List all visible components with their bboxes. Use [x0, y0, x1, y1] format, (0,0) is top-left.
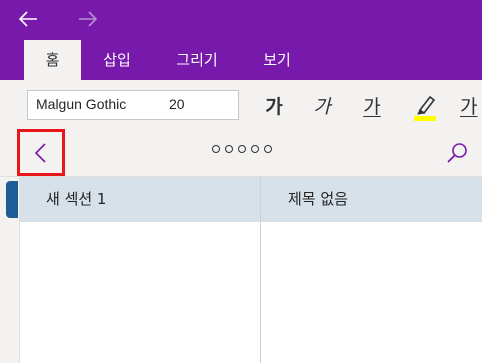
search-button[interactable]	[442, 138, 472, 168]
dot	[238, 145, 246, 153]
collapse-navigation-button[interactable]	[17, 129, 65, 176]
dot	[264, 145, 272, 153]
highlight-button[interactable]	[408, 88, 442, 122]
font-name-field[interactable]: Malgun Gothic	[36, 96, 151, 112]
font-size-field[interactable]: 20	[169, 96, 185, 112]
pages-pane: 제목 없음	[260, 177, 482, 363]
underline-button[interactable]: 가	[355, 88, 389, 122]
tab-draw[interactable]: 그리기	[162, 40, 232, 80]
font-color-button[interactable]: 가	[460, 88, 482, 122]
navigation-bar	[0, 130, 482, 177]
section-item[interactable]: 새 섹션 1	[20, 177, 260, 222]
dot	[225, 145, 233, 153]
sections-pane: 새 섹션 1	[19, 177, 260, 363]
italic-button[interactable]: 가	[305, 88, 339, 122]
tab-view[interactable]: 보기	[248, 40, 306, 80]
section-color-tab[interactable]	[6, 181, 18, 218]
highlighter-icon	[414, 95, 436, 121]
arrow-right-icon	[79, 11, 98, 27]
font-selector[interactable]: Malgun Gothic 20	[27, 90, 239, 120]
bold-button[interactable]: 가	[257, 88, 291, 122]
app-header: 홈 삽입 그리기 보기	[0, 0, 482, 80]
tab-insert[interactable]: 삽입	[89, 40, 145, 80]
dot	[212, 145, 220, 153]
dot	[251, 145, 259, 153]
forward-button[interactable]	[70, 4, 106, 34]
page-item[interactable]: 제목 없음	[261, 177, 482, 222]
search-icon	[447, 143, 467, 163]
loading-dots	[212, 145, 272, 153]
chevron-left-icon	[34, 142, 46, 163]
arrow-left-icon	[18, 11, 37, 27]
tab-home[interactable]: 홈	[24, 40, 81, 80]
back-button[interactable]	[10, 4, 46, 34]
font-color-label: 가	[460, 95, 478, 118]
